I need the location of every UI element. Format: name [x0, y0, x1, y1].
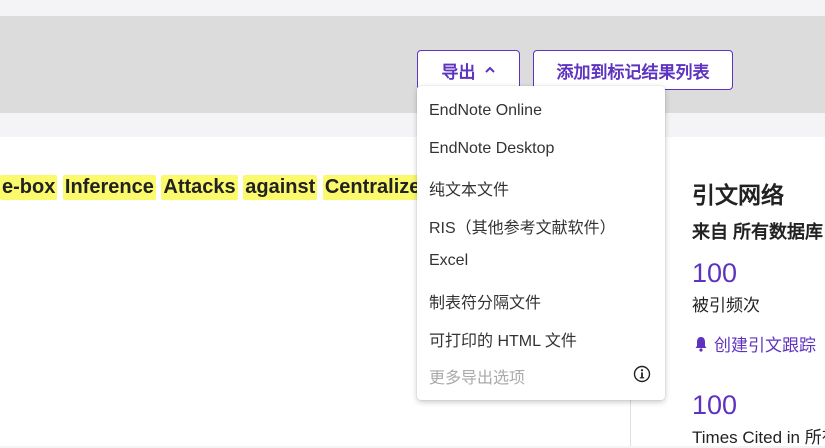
- title-word: Attacks: [161, 175, 238, 200]
- export-endnote-desktop[interactable]: EndNote Desktop: [429, 140, 554, 158]
- toolbar-gap: [0, 113, 825, 137]
- chevron-up-icon: [484, 66, 495, 73]
- export-button[interactable]: 导出: [417, 50, 520, 90]
- add-to-marked-list-button[interactable]: 添加到标记结果列表: [533, 50, 733, 90]
- export-ris[interactable]: RIS（其他参考文献软件）: [429, 214, 616, 238]
- times-cited-all-label: Times Cited in 所有: [692, 428, 825, 447]
- times-cited-count-all[interactable]: 100: [692, 390, 737, 421]
- add-to-marked-list-label: 添加到标记结果列表: [556, 62, 710, 82]
- export-button-label: 导出: [441, 62, 476, 82]
- times-cited-count[interactable]: 100: [692, 258, 737, 289]
- export-plain-text[interactable]: 纯文本文件: [429, 176, 509, 200]
- title-word: Inference: [62, 175, 156, 200]
- export-endnote-online[interactable]: EndNote Online: [429, 102, 542, 120]
- export-printable-html[interactable]: 可打印的 HTML 文件: [429, 327, 577, 351]
- create-citation-alert-label: 创建引文跟踪: [714, 336, 816, 355]
- title-word: against: [243, 175, 318, 200]
- create-citation-alert-link[interactable]: 创建引文跟踪: [694, 331, 816, 356]
- export-dropdown-menu: EndNote Online EndNote Desktop 纯文本文件 RIS…: [417, 86, 665, 400]
- info-icon[interactable]: [633, 365, 651, 383]
- export-tab-delimited[interactable]: 制表符分隔文件: [429, 289, 541, 313]
- record-title[interactable]: e-box Inference Attacks against Centrali…: [0, 175, 451, 205]
- export-excel[interactable]: Excel: [429, 252, 468, 270]
- top-strip: [0, 0, 825, 16]
- citation-network-title: 引文网络: [692, 182, 784, 208]
- times-cited-label: 被引频次: [692, 296, 760, 315]
- citation-source: 来自 所有数据库: [692, 222, 824, 242]
- more-export-options: 更多导出选项: [429, 370, 526, 387]
- bell-icon: [695, 336, 707, 352]
- title-word: e-box: [0, 175, 58, 200]
